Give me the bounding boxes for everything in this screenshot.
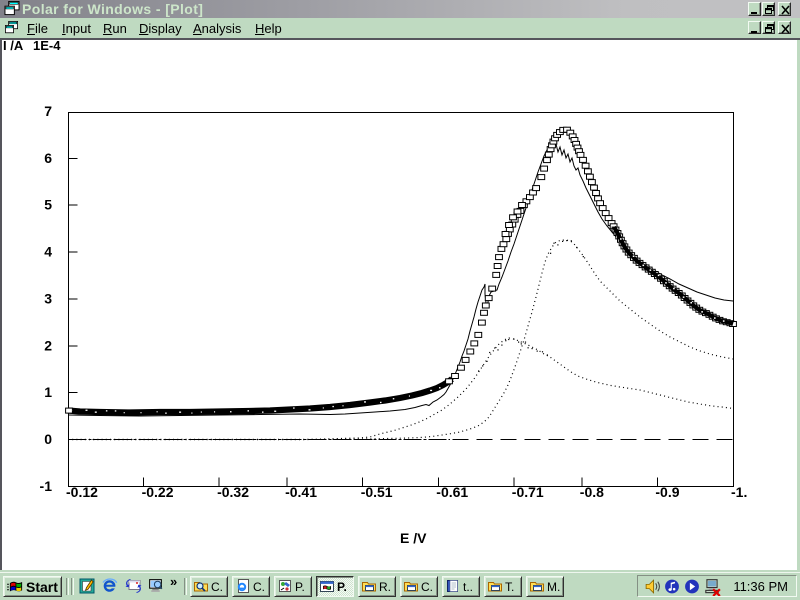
svg-text:-0.8: -0.8 [580,484,604,500]
svg-text:-0.71: -0.71 [512,484,544,500]
svg-text:-0.41: -0.41 [285,484,317,500]
svg-text:-1.: -1. [731,484,747,500]
svg-text:-0.32: -0.32 [217,484,249,500]
svg-text:5: 5 [44,197,52,213]
svg-text:3: 3 [44,290,52,306]
svg-text:-0.22: -0.22 [142,484,174,500]
svg-text:1E-4: 1E-4 [33,38,61,53]
svg-text:2: 2 [44,337,52,353]
svg-text:6: 6 [44,150,52,166]
svg-text:-0.9: -0.9 [655,484,679,500]
svg-text:7: 7 [44,103,52,119]
svg-text:0: 0 [44,431,52,447]
svg-text:4: 4 [44,244,52,260]
svg-text:I /A: I /A [3,38,24,53]
svg-text:-1: -1 [40,478,53,494]
svg-text:-0.51: -0.51 [361,484,393,500]
svg-text:-0.12: -0.12 [66,484,98,500]
svg-text:-0.61: -0.61 [436,484,468,500]
svg-text:1: 1 [44,384,52,400]
svg-text:E /V: E /V [400,530,427,546]
